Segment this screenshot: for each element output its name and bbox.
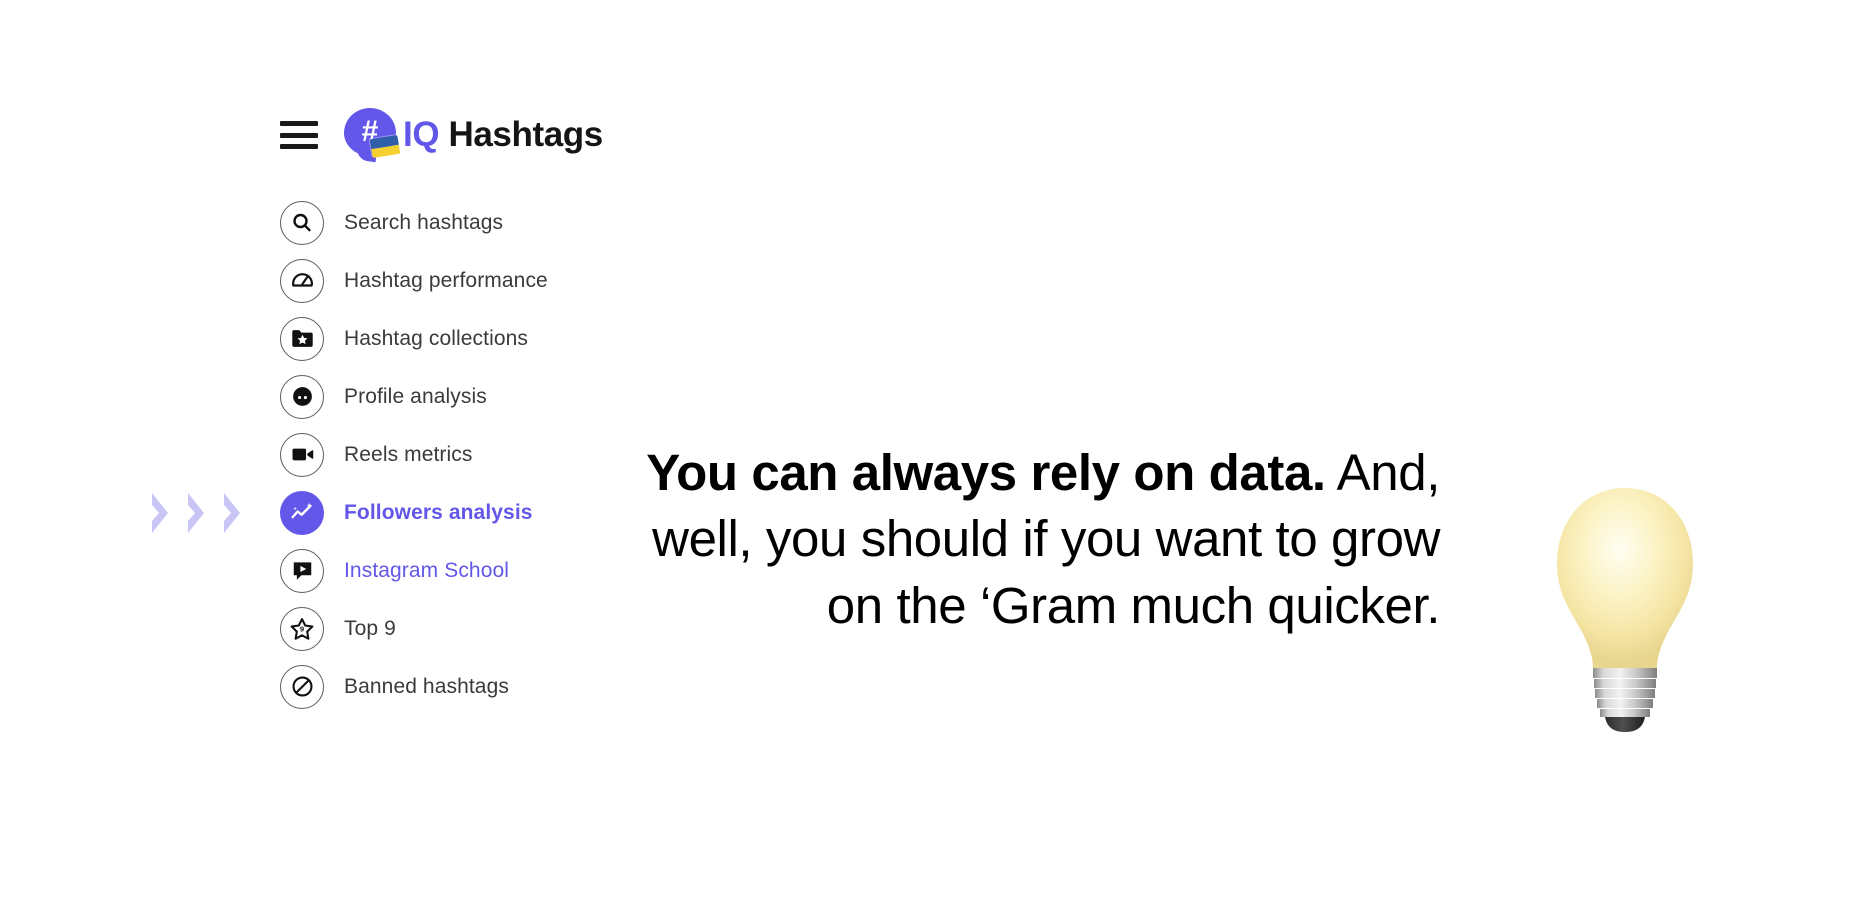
sidebar-item-label: Followers analysis [344, 500, 533, 524]
sidebar-item-hashtag-collections[interactable]: Hashtag collections [280, 316, 700, 361]
search-icon [280, 200, 324, 245]
hero-message: You can always rely on data. And, well, … [600, 440, 1440, 639]
prohibited-icon [280, 664, 324, 709]
sidebar-item-search-hashtags[interactable]: Search hashtags [280, 200, 700, 245]
hamburger-bar [280, 132, 318, 138]
sidebar-item-label: Search hashtags [344, 210, 504, 234]
svg-text:9: 9 [300, 624, 304, 633]
sidebar-item-label: Banned hashtags [344, 674, 509, 698]
bulb-base-ring [1593, 668, 1657, 678]
brand-title-rest: Hashtags [439, 114, 603, 154]
sidebar-item-label: Hashtag collections [344, 326, 528, 350]
bulb-base-ring [1594, 679, 1656, 688]
star-nine-icon: 9 [280, 606, 324, 651]
sidebar-item-profile-analysis[interactable]: Profile analysis [280, 374, 700, 419]
bulb-base-ring [1597, 699, 1653, 708]
person-face-icon [280, 374, 324, 419]
sidebar-item-hashtag-performance[interactable]: Hashtag performance [280, 258, 700, 303]
sidebar-item-banned-hashtags[interactable]: Banned hashtags [280, 664, 700, 709]
trend-chart-sparkle-icon [280, 490, 324, 535]
sidebar-item-label: Reels metrics [344, 442, 473, 466]
light-bulb-icon [1545, 478, 1705, 738]
brand-title: IQ Hashtags [403, 117, 603, 152]
sidebar-item-label: Top 9 [344, 616, 396, 640]
hamburger-bar [280, 144, 318, 149]
folder-star-icon [280, 316, 324, 361]
sidebar-item-label: Profile analysis [344, 384, 487, 408]
bulb-base-ring [1600, 709, 1650, 717]
video-speech-bubble-icon [280, 548, 324, 593]
bulb-base-ring [1595, 689, 1655, 698]
brand-title-accent: IQ [403, 114, 440, 154]
brand-row: # IQ Hashtags [280, 104, 700, 164]
bulb-contact-tip [1605, 717, 1645, 732]
sidebar-item-label: Hashtag performance [344, 268, 548, 292]
hero-message-lead: You can always rely on data. [646, 444, 1326, 501]
video-camera-icon [280, 432, 324, 477]
hashtag-speech-bubble-logo: # [344, 108, 401, 163]
speedometer-icon [280, 258, 324, 303]
triple-chevron-right-icon [148, 490, 254, 536]
bulb-glass [1557, 488, 1693, 668]
sidebar-item-label: Instagram School [344, 558, 510, 582]
brand-logo[interactable]: # IQ Hashtags [344, 108, 603, 163]
hamburger-bar [280, 121, 318, 126]
hamburger-menu-icon[interactable] [280, 119, 318, 149]
